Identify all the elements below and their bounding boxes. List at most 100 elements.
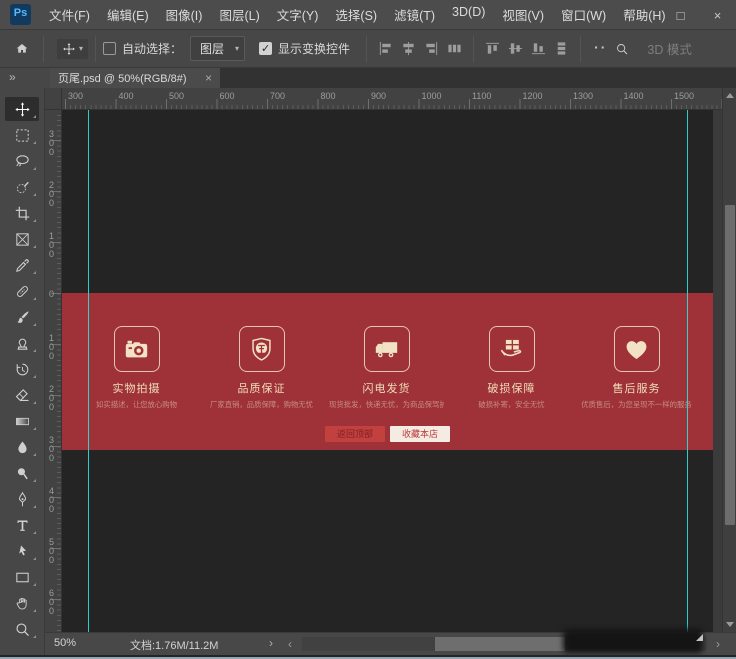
menu-item[interactable]: 窗口(W) [561,5,606,24]
tool-clone-stamp[interactable] [5,331,39,355]
auto-select-target-value: 图层 [200,42,224,56]
scroll-down-icon[interactable] [726,622,734,627]
feature-subtitle: 破损补寄，安全无忧 [454,399,569,409]
tool-gradient[interactable] [5,409,39,433]
ruler-label: 100 [47,333,55,360]
zoom-level-field[interactable]: 50% [54,637,76,649]
align-left-icon[interactable] [378,41,393,56]
vertical-ruler: 4003002001000100200300400500600 [45,110,62,632]
feature-column: 闪电发货现货批发，快递无忧，为商品保驾护航 [324,326,449,410]
distribute-vertical-icon[interactable] [554,41,569,56]
tool-lasso[interactable] [5,149,39,173]
feature-columns: 实物拍摄如实描述，让您放心购物品质保证厂家直销，品质保障，购物无忧闪电发货现货批… [62,293,713,410]
ruler-label: 800 [321,91,336,101]
active-tool-preset[interactable]: ▾ [57,39,88,59]
tool-brush[interactable] [5,305,39,329]
close-button[interactable]: × [699,0,736,30]
ruler-label: 900 [371,91,386,101]
favorite-shop-button[interactable]: 收藏本店 [390,426,450,442]
ruler-label: 500 [169,91,184,101]
tool-zoom[interactable] [5,617,39,641]
ruler-label: 500 [47,537,55,564]
tool-eraser[interactable] [5,383,39,407]
align-horizontal-center-icon[interactable] [401,41,416,56]
ruler-corner [45,88,62,110]
scroll-left-icon[interactable]: ‹ [288,639,292,649]
tool-crop[interactable] [5,201,39,225]
status-expand-icon[interactable]: › [269,636,273,650]
blurred-watermark [563,629,703,653]
align-vertical-center-icon[interactable] [508,41,523,56]
3d-mode-label: 3D 模式 [647,39,691,58]
ruler-label: 1000 [422,91,442,101]
show-transform-checkbox[interactable]: ✓ [259,42,272,55]
tool-spot-healing-brush[interactable] [5,279,39,303]
more-options-icon[interactable]: ·· [594,39,607,55]
toolbar-collapse-button[interactable]: » [0,68,50,88]
menu-item[interactable]: 选择(S) [335,5,377,24]
menu-item[interactable]: 文字(Y) [277,5,319,24]
vertical-scroll-thumb[interactable] [725,205,735,525]
ruler-label: 200 [47,180,55,207]
tool-frame[interactable] [5,227,39,251]
options-bar: ▾ 自动选择： 图层 ▾ ✓ 显示变换控件 ·· 3D 模式 [0,30,736,68]
menu-item[interactable]: 文件(F) [49,5,90,24]
tool-path-selection[interactable] [5,539,39,563]
tool-move[interactable] [5,97,39,121]
tool-pen[interactable] [5,487,39,511]
vertical-scrollbar[interactable] [722,88,736,632]
document-tab-title: 页尾.psd @ 50%(RGB/8#) [58,70,187,86]
ruler-label: 1300 [573,91,593,101]
feature-subtitle: 如实描述，让您放心购物 [79,399,194,409]
document-tab[interactable]: 页尾.psd @ 50%(RGB/8#) × [50,68,220,88]
tool-type[interactable] [5,513,39,537]
tool-rectangle-shape[interactable] [5,565,39,589]
feature-title: 破损保障 [449,380,574,396]
resize-grip[interactable] [696,634,703,641]
minimize-button[interactable]: – [625,0,662,30]
separator [366,36,367,62]
menu-item[interactable]: 图像(I) [166,5,203,24]
scroll-right-icon[interactable]: › [716,639,720,649]
canvas-area: 3004005006007008009001000110012001300140… [45,88,736,632]
home-icon[interactable] [8,41,36,57]
align-top-icon[interactable] [485,41,500,56]
banner-buttons: 返回顶部收藏本店 [62,426,713,442]
menu-items: 文件(F) 编辑(E) 图像(I) 图层(L) 文字(Y) 选择(S) 滤镜(T) 3D(D)… [49,5,666,24]
auto-select-target-dropdown[interactable]: 图层 ▾ [190,36,245,61]
ruler-label: 300 [68,91,83,101]
ruler-label: 1400 [624,91,644,101]
menu-item[interactable]: 3D(D) [452,5,485,24]
tool-eyedropper[interactable] [5,253,39,277]
back-to-top-button[interactable]: 返回顶部 [325,426,385,442]
distribute-horizontal-icon[interactable] [447,41,462,56]
feature-column: 品质保证厂家直销，品质保障，购物无忧 [199,326,324,410]
tab-close-icon[interactable]: × [205,71,212,85]
guide-left[interactable] [88,110,89,632]
maximize-button[interactable]: □ [662,0,699,30]
tool-quick-selection[interactable] [5,175,39,199]
scroll-up-icon[interactable] [726,93,734,98]
separator [473,36,474,62]
menu-item[interactable]: 图层(L) [219,5,259,24]
menu-item[interactable]: 视图(V) [502,5,544,24]
heart-icon [623,336,650,363]
auto-select-checkbox[interactable] [103,42,116,55]
camera-icon-box [114,326,160,372]
menu-item[interactable]: 滤镜(T) [394,5,435,24]
align-right-icon[interactable] [424,41,439,56]
search-icon[interactable] [609,42,635,56]
window-bottom-edge [0,655,736,659]
horizontal-scroll-thumb[interactable] [435,637,565,651]
tools-panel [0,88,45,655]
align-bottom-icon[interactable] [531,41,546,56]
document-canvas[interactable]: 实物拍摄如实描述，让您放心购物品质保证厂家直销，品质保障，购物无忧闪电发货现货批… [62,110,713,632]
tool-hand[interactable] [5,591,39,615]
tool-dodge[interactable] [5,461,39,485]
document-viewport[interactable]: 实物拍摄如实描述，让您放心购物品质保证厂家直销，品质保障，购物无忧闪电发货现货批… [62,110,722,632]
menu-item[interactable]: 编辑(E) [107,5,149,24]
tool-rectangular-marquee[interactable] [5,123,39,147]
guide-right[interactable] [687,110,688,632]
tool-blur[interactable] [5,435,39,459]
tool-history-brush[interactable] [5,357,39,381]
